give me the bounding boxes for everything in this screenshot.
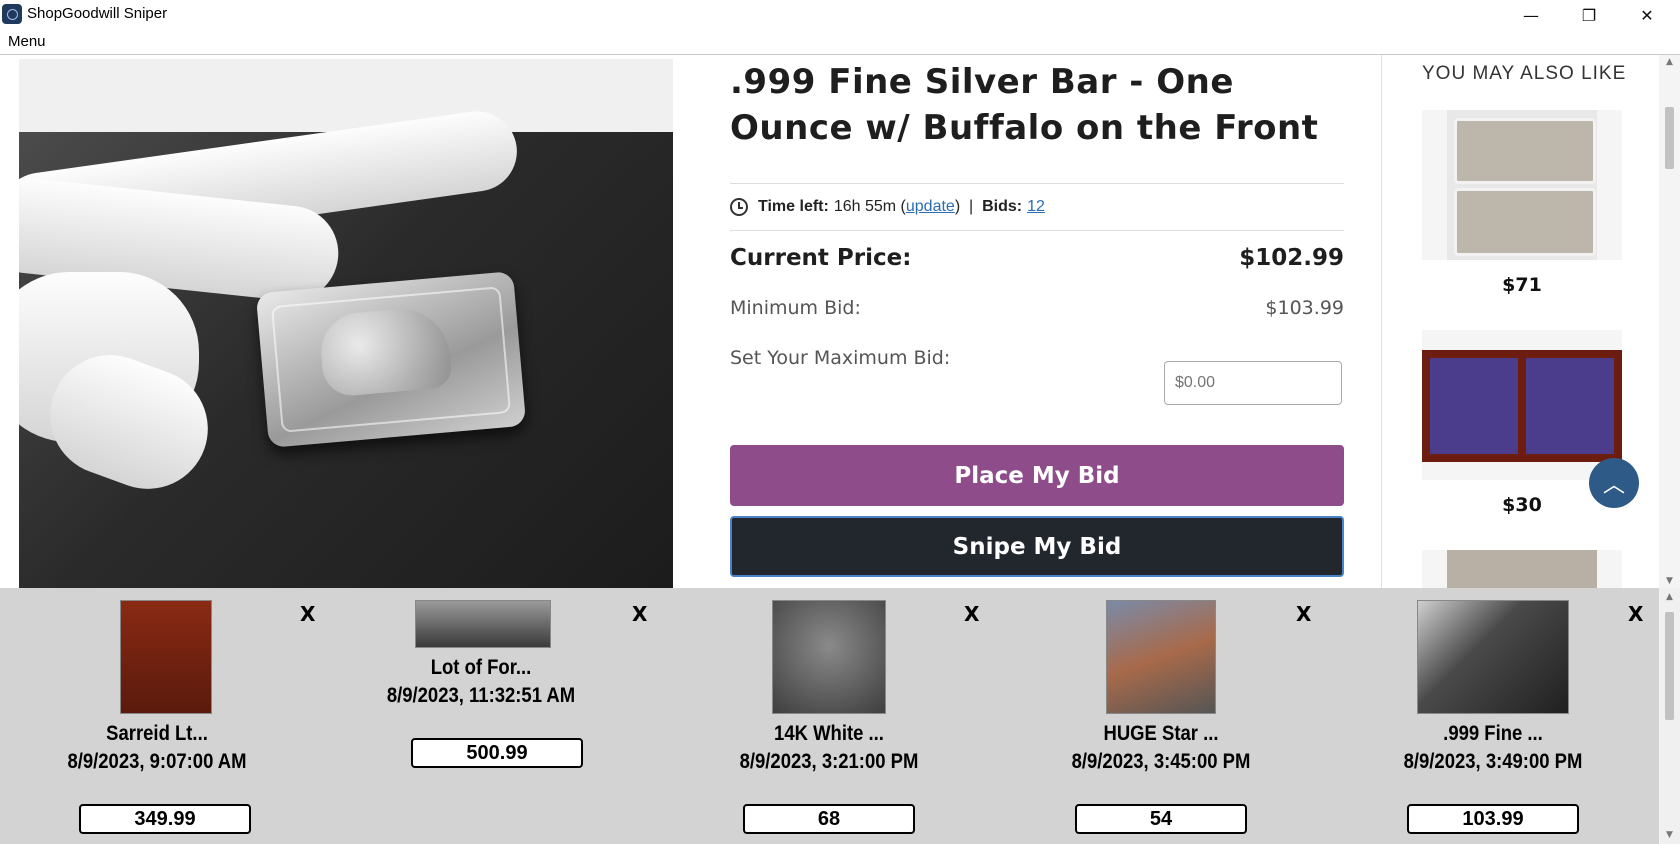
sidebar-title: YOU MAY ALSO LIKE <box>1422 63 1627 84</box>
menu-bar: Menu <box>0 30 1680 55</box>
current-price-label: Current Price: <box>730 245 912 271</box>
tracked-item: X HUGE Star ... 8/9/2023, 3:45:00 PM 54 <box>996 588 1328 844</box>
tracked-item-name: HUGE Star ... <box>1103 722 1219 745</box>
close-button[interactable]: ✕ <box>1618 0 1676 30</box>
title-bar: ShopGoodwill Sniper — ❐ ✕ <box>0 0 1680 30</box>
tracked-item-end-time: 8/9/2023, 3:49:00 PM <box>1403 750 1583 773</box>
tracked-item-name: .999 Fine ... <box>1443 722 1543 745</box>
app-icon <box>2 4 22 24</box>
tracked-item-end-time: 8/9/2023, 11:32:51 AM <box>386 684 576 707</box>
page-scrollbar[interactable]: ▲ ▼ <box>1659 55 1680 588</box>
minimum-bid-value: $103.99 <box>1265 297 1344 319</box>
scrollbar-thumb[interactable] <box>1665 612 1674 720</box>
minimum-bid-label: Minimum Bid: <box>730 297 861 319</box>
item-page: .999 Fine Silver Bar - One Ounce w/ Buff… <box>0 55 1680 588</box>
tracked-item-end-time: 8/9/2023, 9:07:00 AM <box>67 750 247 773</box>
tracked-item-end-time: 8/9/2023, 3:45:00 PM <box>1071 750 1251 773</box>
tracked-item-bid[interactable]: 103.99 <box>1407 804 1579 834</box>
tracked-item: X .999 Fine ... 8/9/2023, 3:49:00 PM 103… <box>1328 588 1660 844</box>
scrollbar-thumb[interactable] <box>1665 107 1674 169</box>
bids-count-link[interactable]: 12 <box>1027 198 1045 216</box>
recommendation-image[interactable] <box>1422 110 1622 260</box>
current-price-row: Current Price: $102.99 <box>730 241 1344 275</box>
recommendation-price: $30 <box>1502 494 1542 516</box>
recommendation-price: $71 <box>1502 274 1542 296</box>
max-bid-label: Set Your Maximum Bid: <box>730 347 951 369</box>
time-left-row: Time left: 16h 55m (update) | Bids: 12 <box>730 183 1344 231</box>
current-price-value: $102.99 <box>1239 245 1344 271</box>
remove-item-button[interactable]: X <box>632 602 647 626</box>
tracked-item-bid[interactable]: 500.99 <box>411 738 583 768</box>
time-left-value: 16h 55m <box>833 198 897 215</box>
window-title: ShopGoodwill Sniper <box>27 5 168 22</box>
remove-item-button[interactable]: X <box>1628 602 1643 626</box>
tracked-item-image[interactable] <box>415 600 551 648</box>
menu-item-menu[interactable]: Menu <box>8 33 46 50</box>
scroll-down-arrow-icon[interactable]: ▼ <box>1659 828 1680 842</box>
tracked-item-bid[interactable]: 349.99 <box>79 804 251 834</box>
tracked-item-image[interactable] <box>1106 600 1216 714</box>
tracked-item-image[interactable] <box>772 600 886 714</box>
snipe-bid-button[interactable]: Snipe My Bid <box>730 516 1344 577</box>
recommendation-card[interactable]: $71 <box>1422 110 1622 296</box>
scroll-up-arrow-icon[interactable]: ▲ <box>1659 55 1680 69</box>
max-bid-input[interactable] <box>1164 361 1342 405</box>
product-title: .999 Fine Silver Bar - One Ounce w/ Buff… <box>730 62 1319 148</box>
tracked-item: X 14K White ... 8/9/2023, 3:21:00 PM 68 <box>664 588 996 844</box>
chevron-up-icon: ︿ <box>1602 473 1625 498</box>
update-link[interactable]: update <box>906 198 955 216</box>
tracked-item-name: 14K White ... <box>774 722 884 745</box>
recommendations-sidebar: YOU MAY ALSO LIKE $71 $30 <box>1381 55 1662 588</box>
tracked-item-image[interactable] <box>1417 600 1569 714</box>
bids-label: Bids: <box>982 198 1023 215</box>
tracked-item-name: Lot of For... <box>430 656 532 679</box>
place-bid-button[interactable]: Place My Bid <box>730 445 1344 506</box>
time-left-label: Time left: <box>758 198 829 215</box>
remove-item-button[interactable]: X <box>964 602 979 626</box>
recommendation-card[interactable] <box>1422 550 1622 588</box>
tracked-item: X Lot of For... 8/9/2023, 11:32:51 AM 50… <box>332 588 664 844</box>
scroll-down-arrow-icon[interactable]: ▼ <box>1659 574 1680 588</box>
scroll-to-top-button[interactable]: ︿ <box>1589 458 1639 508</box>
tracked-item-end-time: 8/9/2023, 3:21:00 PM <box>739 750 919 773</box>
silver-bar-image <box>255 271 527 448</box>
minimum-bid-row: Minimum Bid: $103.99 <box>730 293 1344 323</box>
tracker-scrollbar[interactable]: ▲ ▼ <box>1659 588 1680 844</box>
minimize-button[interactable]: — <box>1502 0 1560 30</box>
clock-icon <box>730 198 748 216</box>
scroll-up-arrow-icon[interactable]: ▲ <box>1659 590 1680 604</box>
product-image <box>19 59 673 588</box>
tracked-item-bid[interactable]: 54 <box>1075 804 1247 834</box>
tracked-item: X Sarreid Lt... 8/9/2023, 9:07:00 AM 349… <box>0 588 332 844</box>
tracked-item-name: Sarreid Lt... <box>106 722 208 745</box>
remove-item-button[interactable]: X <box>300 602 315 626</box>
tracked-item-bid[interactable]: 68 <box>743 804 915 834</box>
maximize-button[interactable]: ❐ <box>1560 0 1618 30</box>
tracked-item-image[interactable] <box>120 600 212 714</box>
recommendation-image[interactable] <box>1422 330 1622 480</box>
recommendation-image[interactable] <box>1422 550 1622 588</box>
snipe-tracker-panel: X Sarreid Lt... 8/9/2023, 9:07:00 AM 349… <box>0 588 1680 844</box>
remove-item-button[interactable]: X <box>1296 602 1311 626</box>
